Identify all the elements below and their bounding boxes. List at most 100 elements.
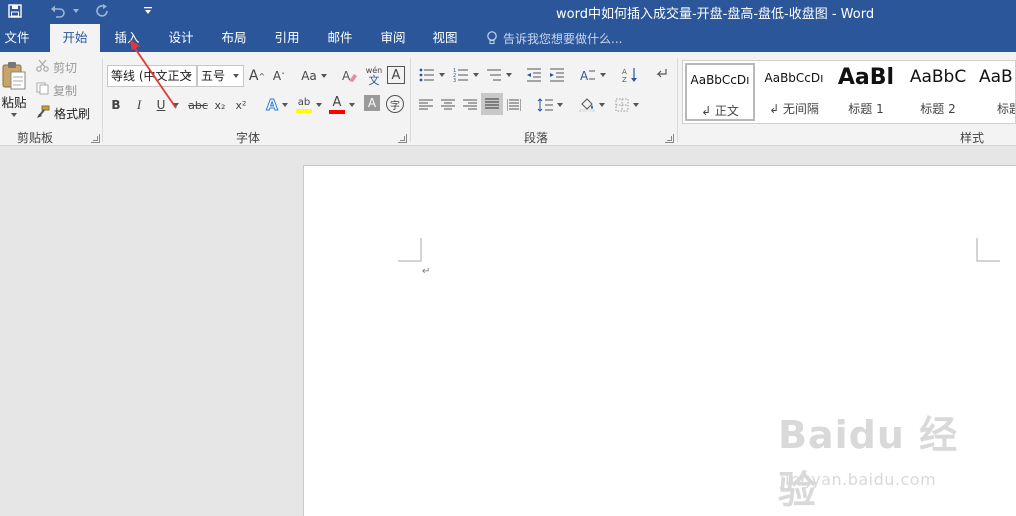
borders-button[interactable] [612, 95, 642, 115]
style-no-spacing[interactable]: AaBbCcDı ↲ 无间隔 [759, 63, 829, 121]
strikethrough-button[interactable]: abc [186, 95, 210, 115]
decrease-indent-icon [527, 68, 541, 82]
character-shading-button[interactable]: A [364, 95, 380, 111]
sort-button[interactable]: AZ [620, 65, 640, 85]
align-left-icon [419, 99, 433, 110]
styles-group-label: 样式 [960, 131, 985, 145]
redo-icon[interactable] [92, 0, 114, 22]
highlight-color-button[interactable]: ab [294, 93, 324, 117]
tab-view[interactable]: 视图 [422, 24, 468, 52]
sort-icon: AZ [622, 68, 637, 83]
numbering-button[interactable]: 123 [451, 65, 481, 85]
font-dialog-launcher-icon[interactable] [398, 134, 407, 143]
paragraph-dialog-launcher-icon[interactable] [665, 134, 674, 143]
style-normal-name: ↲ 正文 [701, 104, 739, 118]
style-heading-2[interactable]: AaBbC 标题 2 [903, 63, 973, 121]
text-effects-button[interactable]: A [262, 95, 292, 115]
font-color-bar [329, 110, 345, 114]
watermark-brand: Baidu 经验 [778, 413, 959, 512]
style-heading-2-sample: AaBbC [909, 67, 967, 87]
tab-mailings[interactable]: 邮件 [317, 24, 363, 52]
paste-button[interactable]: 粘贴 [0, 92, 28, 110]
paste-icon[interactable] [0, 58, 30, 94]
font-size-field[interactable]: 五号 [197, 65, 244, 87]
font-size-value: 五号 [201, 69, 226, 83]
paragraph-group-label: 段落 [524, 131, 549, 145]
shading-button[interactable] [577, 95, 607, 115]
copy-button[interactable]: 复制 [36, 80, 84, 100]
phonetic-guide-char: 文 [368, 74, 380, 87]
style-normal[interactable]: AaBbCcDı ↲ 正文 [685, 63, 755, 121]
tell-me-box[interactable]: 告诉我您想要做什么... [486, 24, 622, 52]
align-left-button[interactable] [417, 95, 435, 115]
align-center-button[interactable] [439, 95, 457, 115]
bullets-icon [419, 68, 434, 82]
clear-formatting-icon: A [342, 69, 357, 83]
increase-indent-icon [550, 68, 564, 82]
distributed-button[interactable] [505, 95, 523, 115]
font-group-label: 字体 [236, 131, 261, 145]
cut-button[interactable]: 剪切 [36, 57, 84, 77]
copy-icon [36, 82, 49, 98]
tab-layout[interactable]: 布局 [211, 24, 257, 52]
style-heading-1-sample: AaBl [837, 65, 895, 90]
character-border-icon: A [391, 67, 401, 83]
clipboard-group-label: 剪贴板 [17, 131, 54, 145]
cut-label: 剪切 [53, 60, 78, 75]
format-painter-label: 格式刷 [54, 106, 91, 121]
superscript-button[interactable]: x² [232, 95, 250, 115]
paste-dropdown-icon[interactable] [9, 110, 19, 120]
paint-bucket-icon [579, 98, 595, 112]
baidu-watermark: Baidu 经验 jingyan.baidu.com [778, 404, 968, 512]
grow-font-button[interactable]: A ^ [248, 66, 266, 86]
align-right-button[interactable] [461, 95, 479, 115]
style-title[interactable]: AaB 标题 [975, 63, 1015, 121]
lightbulb-icon [487, 31, 497, 44]
tab-references[interactable]: 引用 [264, 24, 310, 52]
tab-file[interactable]: 文件 [0, 24, 34, 52]
group-separator [102, 58, 103, 142]
style-title-sample: AaB [979, 67, 1013, 87]
paragraph-mark-icon [656, 69, 667, 78]
multilevel-list-button[interactable] [484, 65, 514, 85]
watermark-url: jingyan.baidu.com [780, 470, 937, 489]
subscript-button[interactable]: x₂ [211, 95, 229, 115]
paintbrush-icon [36, 105, 50, 122]
style-title-name: 标题 [997, 102, 1015, 116]
chinese-layout-button[interactable]: A [578, 65, 608, 85]
undo-dropdown-icon[interactable] [70, 0, 82, 22]
style-heading-1-name: 标题 1 [848, 102, 884, 116]
save-icon[interactable] [4, 0, 26, 22]
show-hide-marks-button[interactable] [652, 65, 670, 85]
bullets-button[interactable] [417, 65, 447, 85]
increase-indent-button[interactable] [547, 65, 567, 85]
clear-formatting-button[interactable]: A [340, 66, 360, 86]
enclose-characters-button[interactable]: 字 [386, 95, 404, 113]
tab-review[interactable]: 审阅 [370, 24, 416, 52]
style-normal-sample: AaBbCcDı [690, 73, 750, 87]
decrease-indent-button[interactable] [524, 65, 544, 85]
annotation-arrow [130, 40, 177, 109]
character-border-button[interactable]: A [387, 66, 405, 84]
style-heading-1[interactable]: AaBl 标题 1 [831, 63, 901, 121]
format-painter-button[interactable]: 格式刷 [36, 103, 94, 123]
shrink-font-icon: A [272, 69, 282, 83]
style-no-spacing-name: ↲ 无间隔 [769, 102, 819, 116]
line-spacing-icon [537, 98, 553, 112]
bold-button[interactable]: B [108, 95, 124, 115]
svg-text:A: A [622, 68, 627, 76]
phonetic-guide-button[interactable]: wén 文 [363, 64, 385, 88]
font-color-button[interactable]: A [327, 93, 357, 117]
tab-home[interactable]: 开始 [50, 24, 100, 52]
shrink-font-button[interactable]: Aˇ [270, 66, 288, 86]
justify-button[interactable] [481, 93, 503, 115]
customize-qat-icon[interactable] [140, 0, 156, 22]
undo-icon[interactable] [46, 0, 70, 22]
numbering-icon: 123 [453, 68, 468, 82]
style-heading-2-name: 标题 2 [920, 102, 956, 116]
line-spacing-button[interactable] [535, 95, 565, 115]
clipboard-dialog-launcher-icon[interactable] [91, 134, 100, 143]
change-case-button[interactable]: Aa [299, 66, 329, 86]
group-separator [677, 58, 678, 142]
align-center-icon [441, 99, 455, 110]
